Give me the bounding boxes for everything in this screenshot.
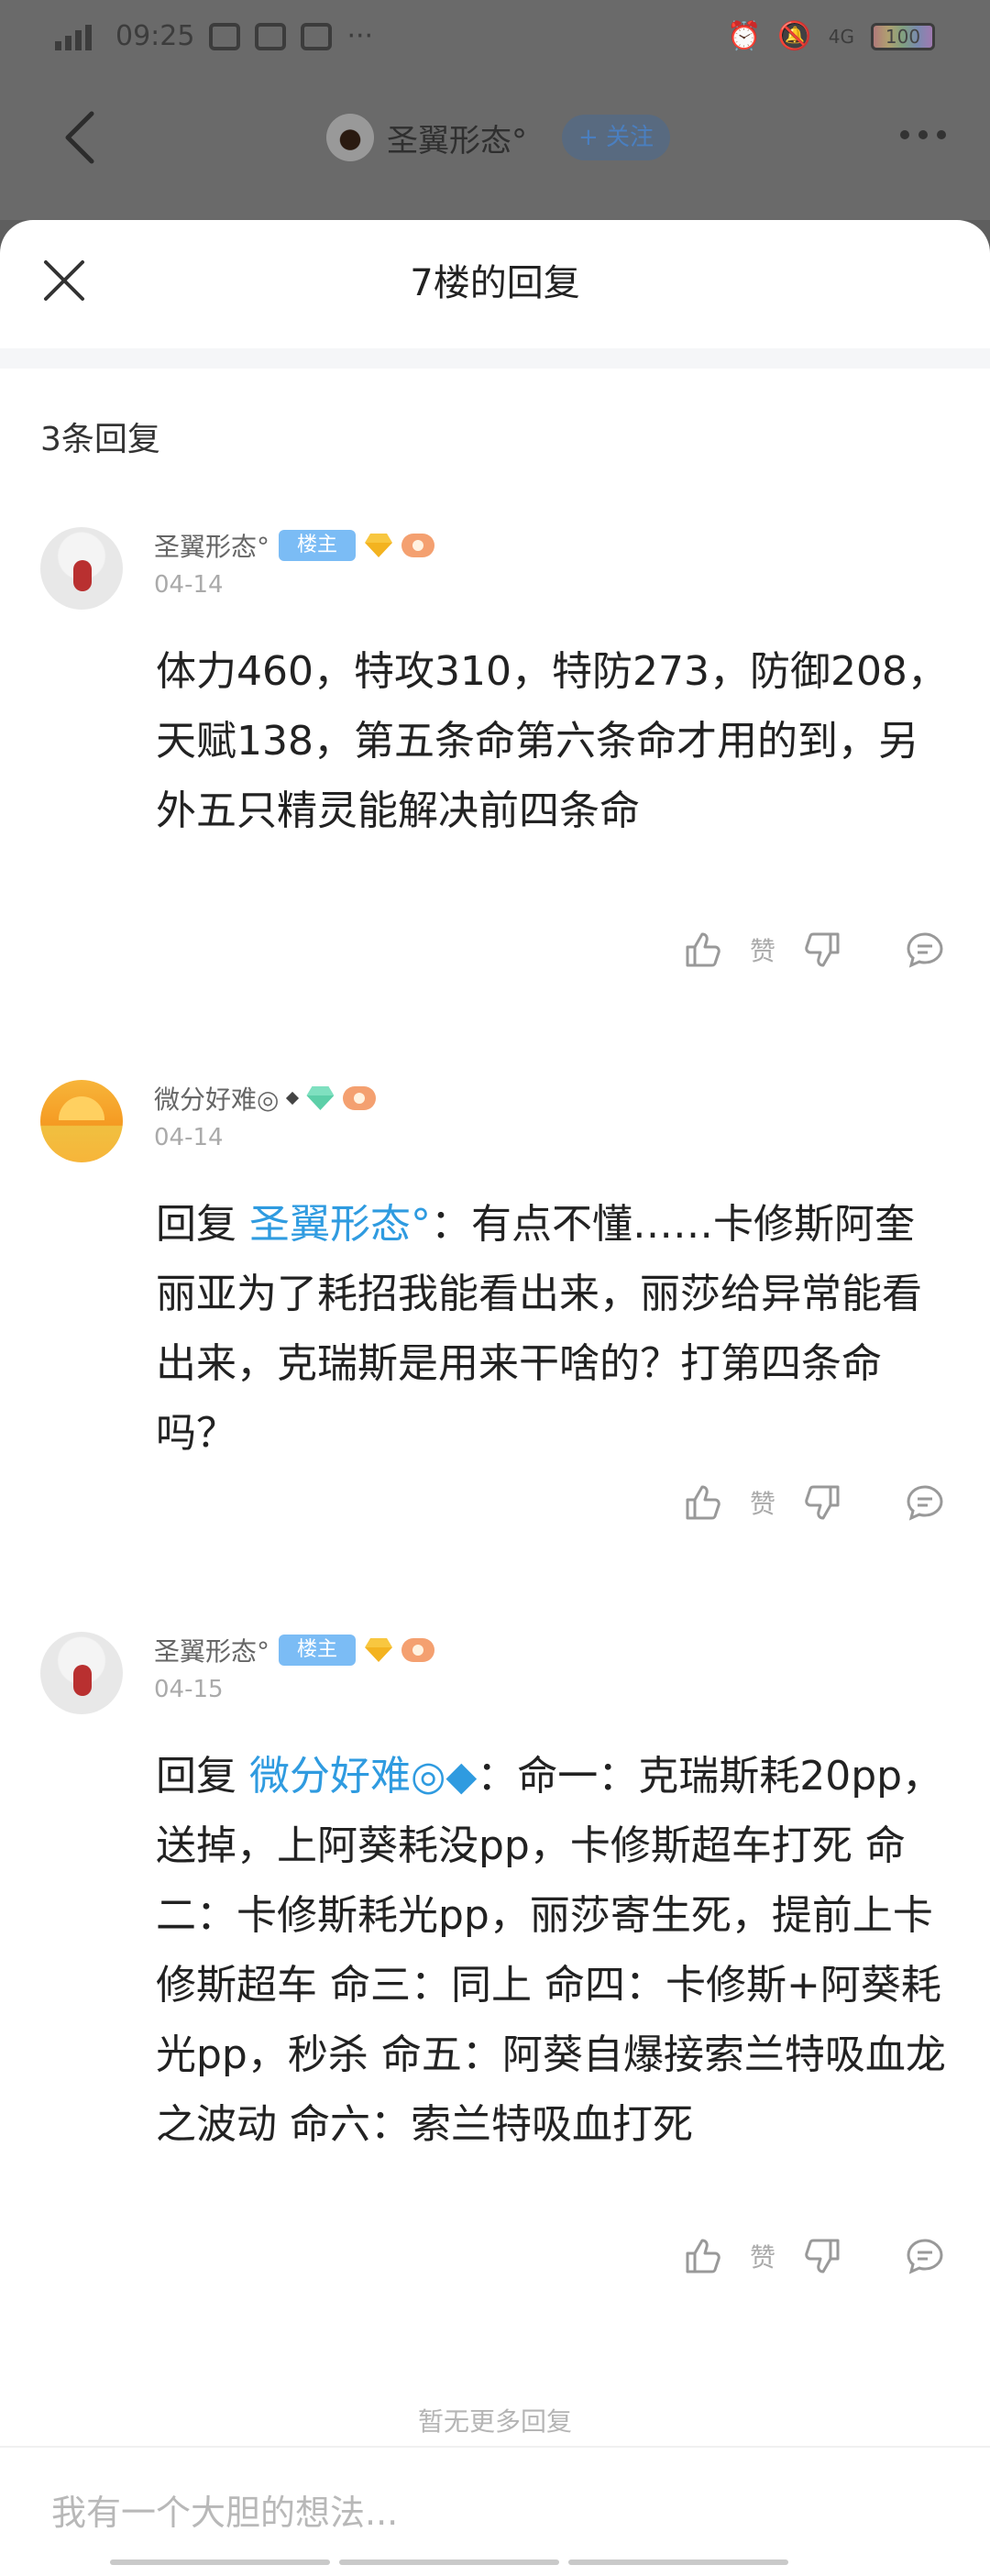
author-avatar[interactable] [326,114,374,161]
owner-badge: 楼主 [279,1635,357,1666]
divider [0,348,990,369]
owner-badge: 楼主 [279,530,357,561]
reply-date: 04-14 [154,571,224,599]
more-options-icon[interactable] [900,130,946,139]
back-arrow-icon[interactable] [62,110,99,165]
sheet-header: 7楼的回复 [0,220,990,348]
reply-prefix: 回复 [156,1753,249,1800]
more-notifications-icon: ··· [346,20,374,52]
level-gem-icon [365,1638,392,1662]
reply-body: 体力460，特攻310，特防273，防御208，天赋138，第五条命第六条命才用… [156,648,948,834]
author-name[interactable]: 圣翼形态° [387,116,527,160]
gamepad-icon [402,1638,435,1662]
home-indicator [110,2559,330,2565]
comment-input[interactable] [51,2490,931,2536]
like-icon[interactable] [684,2237,722,2275]
alarm-icon: ⏰ [727,20,762,52]
user-avatar[interactable] [40,1080,123,1162]
user-name[interactable]: 微分好难◎ [154,1080,279,1117]
reply-text[interactable]: 回复 圣翼形态°：有点不懂……卡修斯阿奎丽亚为了耗招我能看出来，丽莎给异常能看出… [156,1190,953,1469]
sheet-title: 7楼的回复 [410,262,580,304]
reply-actions: 赞 [684,1483,944,1522]
home-indicator [568,2559,788,2565]
reply-count: 3条回复 [40,421,160,458]
dislike-icon[interactable] [803,2237,842,2275]
follow-button[interactable]: + 关注 [562,115,671,160]
like-icon[interactable] [684,930,722,969]
network-label: 4G [828,25,854,48]
comment-icon[interactable] [906,1483,944,1522]
status-bar: 09:25 ··· ⏰ 🔕 4G 100 [0,0,990,73]
reply-text[interactable]: 体力460，特攻310，特防273，防御208，天赋138，第五条命第六条命才用… [156,637,953,846]
comment-icon[interactable] [906,2237,944,2275]
like-label[interactable]: 赞 [750,2238,776,2274]
gamepad-icon [343,1086,377,1110]
message-notification-icon [301,22,333,50]
dislike-icon[interactable] [803,1483,842,1522]
post-top-bar: 圣翼形态° + 关注 [0,73,990,202]
no-more-replies: 暂无更多回复 [417,2406,572,2437]
gallery-notification-icon [255,22,287,50]
mention-link[interactable]: 圣翼形态° [249,1201,431,1248]
user-avatar[interactable] [40,1632,123,1714]
user-avatar[interactable] [40,527,123,610]
mute-icon: 🔕 [777,20,812,52]
level-gem-icon [365,534,392,557]
signal-icon [55,23,101,50]
status-time: 09:25 [116,20,195,52]
home-indicator [339,2559,559,2565]
reply-date: 04-15 [154,1676,224,1703]
level-gem-icon [306,1086,334,1110]
reply-text[interactable]: 回复 微分好难◎◆：命一：克瑞斯耗20pp，送掉，上阿葵耗没pp，卡修斯超车打死… [156,1742,953,2160]
comment-icon[interactable] [906,930,944,969]
mention-link[interactable]: 微分好难◎◆ [249,1753,477,1800]
reply-body: ：命一：克瑞斯耗20pp，送掉，上阿葵耗没pp，卡修斯超车打死 命二：卡修斯耗光… [156,1753,946,2148]
user-name[interactable]: 圣翼形态° [154,1632,270,1668]
like-label[interactable]: 赞 [750,1484,776,1521]
like-icon[interactable] [684,1483,722,1522]
battery-icon: 100 [871,22,935,50]
reply-date: 04-14 [154,1124,224,1151]
dislike-icon[interactable] [803,930,842,969]
reply-prefix: 回复 [156,1201,249,1248]
like-label[interactable]: 赞 [750,931,776,968]
gamepad-icon [402,534,435,557]
diamond-icon [286,1091,300,1106]
app-notification-icon [209,22,241,50]
reply-actions: 赞 [684,930,944,969]
reply-sheet: 7楼的回复 3条回复 圣翼形态° 楼主 04-14 体力460，特攻310，特防… [0,220,990,2576]
user-name[interactable]: 圣翼形态° [154,527,270,564]
comment-input-bar [0,2446,990,2574]
reply-actions: 赞 [684,2237,944,2275]
